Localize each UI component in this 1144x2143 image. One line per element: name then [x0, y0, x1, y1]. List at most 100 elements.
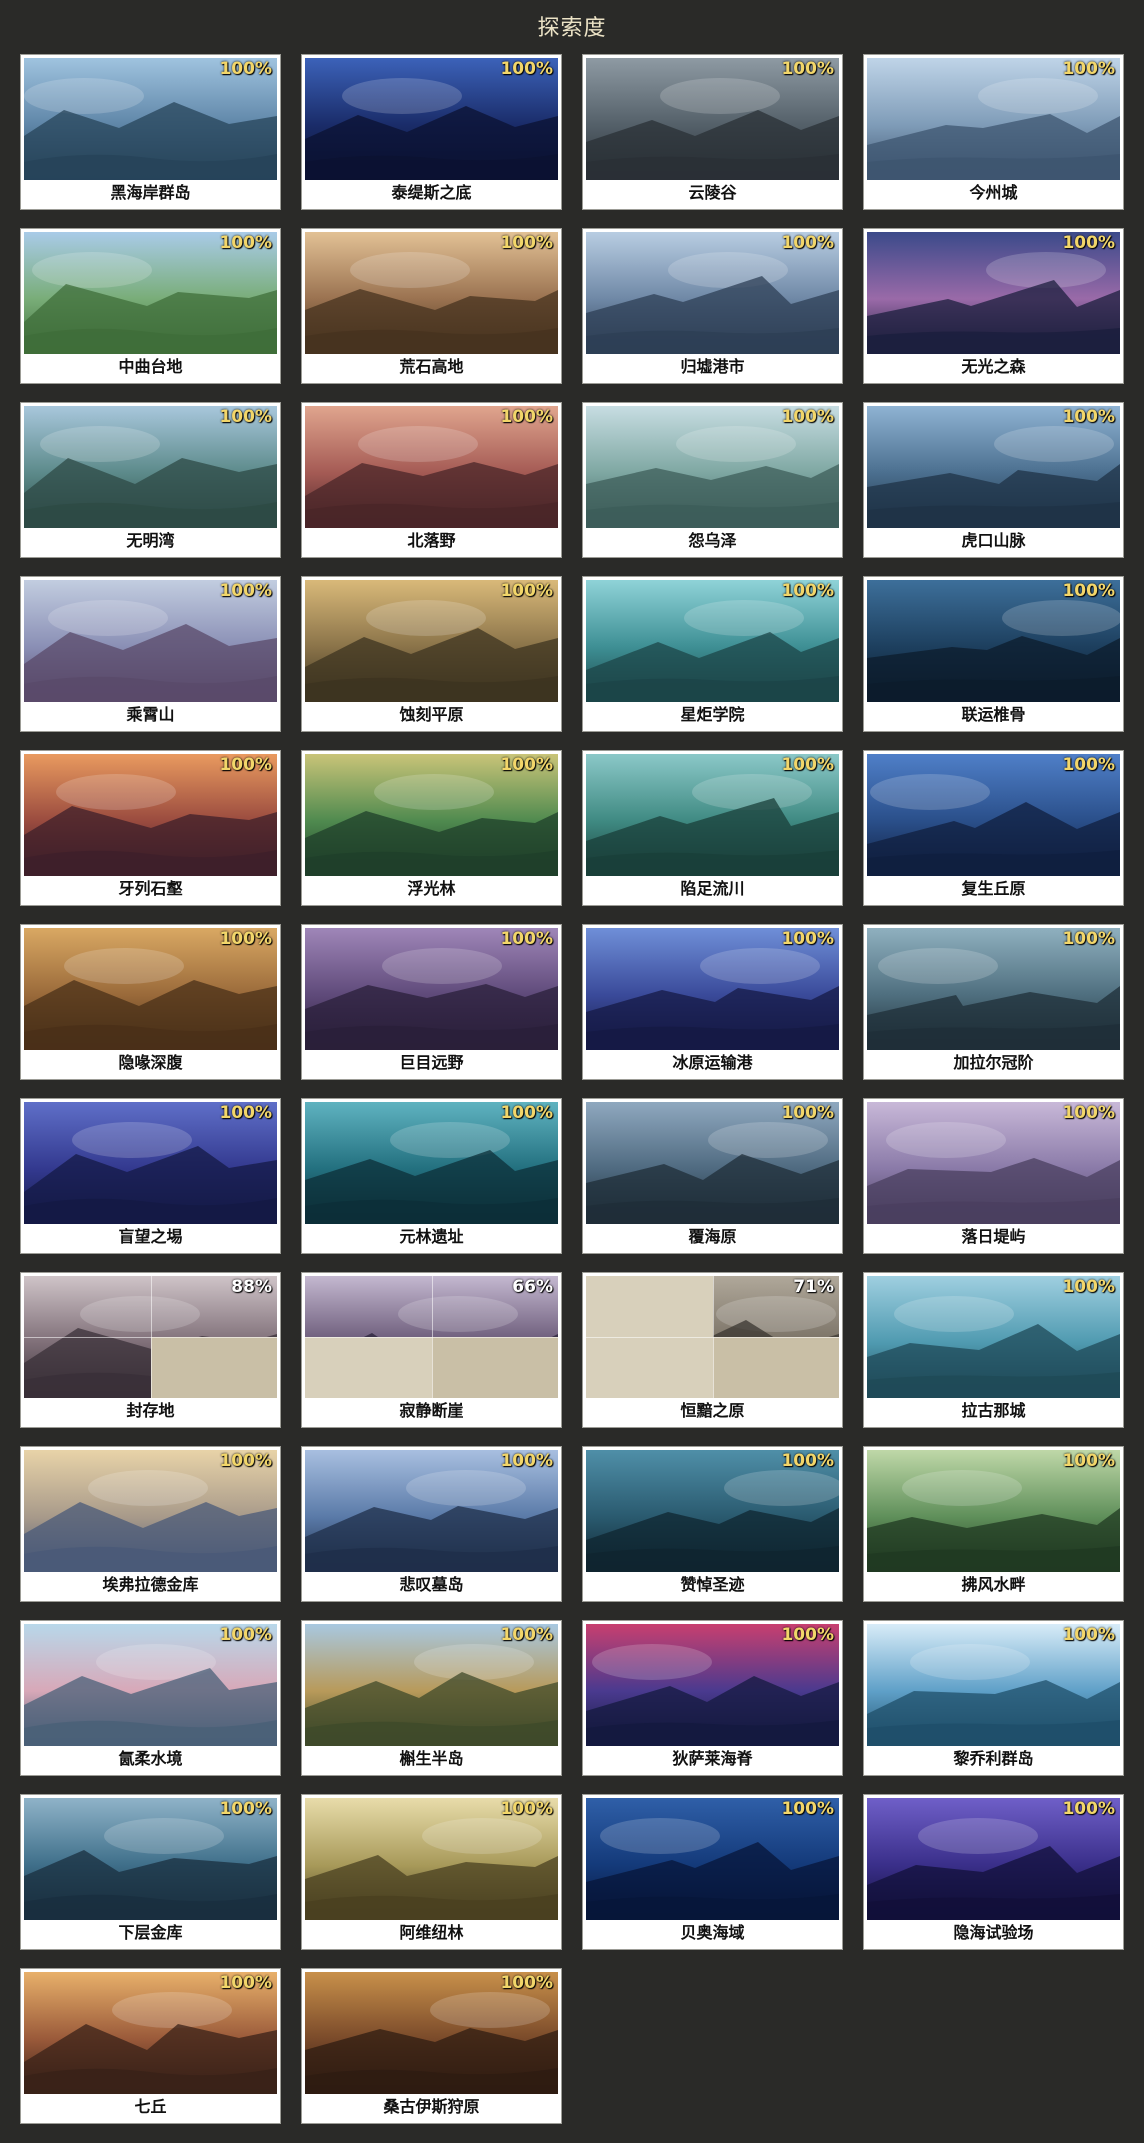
region-name: 隐海试验场 — [953, 1923, 1034, 1942]
region-name: 浮光林 — [407, 879, 456, 898]
region-card[interactable]: 100% 隐喙深腹 — [20, 924, 281, 1080]
region-card[interactable]: 100% 贝奥海域 — [582, 1794, 843, 1950]
region-card[interactable]: 100% 无明湾 — [20, 402, 281, 558]
region-thumbnail: 100% — [867, 406, 1120, 528]
region-thumbnail: 71% — [586, 1276, 839, 1398]
region-card[interactable]: 100% 狄萨莱海脊 — [582, 1620, 843, 1776]
region-card[interactable]: 100% 七丘 — [20, 1968, 281, 2124]
region-name: 无光之森 — [961, 357, 1026, 376]
region-card[interactable]: 100% 北落野 — [301, 402, 562, 558]
region-name: 拂风水畔 — [961, 1575, 1026, 1594]
exploration-percent: 100% — [781, 1625, 834, 1645]
region-thumbnail: 100% — [586, 754, 839, 876]
region-card[interactable]: 100% 埃弗拉德金库 — [20, 1446, 281, 1602]
exploration-percent: 100% — [500, 1799, 553, 1819]
region-name: 槲生半岛 — [399, 1749, 464, 1768]
region-card[interactable]: 100% 荒石高地 — [301, 228, 562, 384]
region-name: 星炬学院 — [680, 705, 745, 724]
region-card[interactable]: 100% 怨乌泽 — [582, 402, 843, 558]
region-card[interactable]: 100% 覆海原 — [582, 1098, 843, 1254]
region-name: 下层金库 — [118, 1923, 183, 1942]
region-card[interactable]: 100% 落日堤屿 — [863, 1098, 1124, 1254]
exploration-percent: 100% — [1062, 1625, 1115, 1645]
region-name: 北落野 — [407, 531, 456, 550]
exploration-percent: 100% — [781, 233, 834, 253]
region-card[interactable]: 100% 复生丘原 — [863, 750, 1124, 906]
exploration-percent: 100% — [500, 1451, 553, 1471]
region-name: 赞悼圣迹 — [680, 1575, 745, 1594]
region-card[interactable]: 100% 盲望之埸 — [20, 1098, 281, 1254]
exploration-percent: 100% — [500, 581, 553, 601]
region-name: 黎乔利群岛 — [953, 1749, 1034, 1768]
region-card[interactable]: 100% 黑海岸群岛 — [20, 54, 281, 210]
exploration-percent: 100% — [219, 1799, 272, 1819]
region-thumbnail: 100% — [586, 1102, 839, 1224]
region-thumbnail: 100% — [867, 1798, 1120, 1920]
region-thumbnail: 100% — [586, 232, 839, 354]
region-card[interactable]: 100% 拂风水畔 — [863, 1446, 1124, 1602]
region-card[interactable]: 88% 封存地 — [20, 1272, 281, 1428]
region-card[interactable]: 100% 云陵谷 — [582, 54, 843, 210]
map-grid-line — [24, 1337, 277, 1338]
exploration-percent: 100% — [219, 929, 272, 949]
region-card[interactable]: 100% 今州城 — [863, 54, 1124, 210]
region-name: 复生丘原 — [961, 879, 1026, 898]
region-card[interactable]: 100% 虎口山脉 — [863, 402, 1124, 558]
region-card[interactable]: 100% 乘霄山 — [20, 576, 281, 732]
exploration-percent: 100% — [500, 1625, 553, 1645]
region-card[interactable]: 100% 中曲台地 — [20, 228, 281, 384]
region-name: 虎口山脉 — [961, 531, 1026, 550]
region-card[interactable]: 100% 陷足流川 — [582, 750, 843, 906]
region-thumbnail: 100% — [305, 406, 558, 528]
region-thumbnail: 100% — [24, 1102, 277, 1224]
region-name: 荒石高地 — [399, 357, 464, 376]
region-card[interactable]: 100% 蚀刻平原 — [301, 576, 562, 732]
exploration-percent: 100% — [781, 59, 834, 79]
region-name: 悲叹墓岛 — [399, 1575, 464, 1594]
region-card[interactable]: 100% 浮光林 — [301, 750, 562, 906]
exploration-percent: 100% — [219, 755, 272, 775]
region-name: 怨乌泽 — [688, 531, 737, 550]
region-name: 陷足流川 — [680, 879, 745, 898]
region-name: 泰缇斯之底 — [391, 183, 472, 202]
region-card[interactable]: 100% 黎乔利群岛 — [863, 1620, 1124, 1776]
exploration-percent: 100% — [781, 1451, 834, 1471]
region-card[interactable]: 100% 桑古伊斯狩原 — [301, 1968, 562, 2124]
region-card[interactable]: 100% 联运椎骨 — [863, 576, 1124, 732]
region-card[interactable]: 100% 悲叹墓岛 — [301, 1446, 562, 1602]
region-card[interactable]: 100% 牙列石壑 — [20, 750, 281, 906]
region-card[interactable]: 100% 巨目远野 — [301, 924, 562, 1080]
region-card[interactable]: 100% 泰缇斯之底 — [301, 54, 562, 210]
region-thumbnail: 100% — [24, 1450, 277, 1572]
region-name: 氤柔水境 — [118, 1749, 183, 1768]
exploration-percent: 100% — [219, 581, 272, 601]
region-card[interactable]: 100% 元林遗址 — [301, 1098, 562, 1254]
region-thumbnail: 100% — [24, 1798, 277, 1920]
region-card[interactable]: 100% 拉古那城 — [863, 1272, 1124, 1428]
exploration-percent: 100% — [781, 1103, 834, 1123]
region-name: 桑古伊斯狩原 — [383, 2097, 480, 2116]
region-name: 寂静断崖 — [399, 1401, 464, 1420]
region-card[interactable]: 100% 阿维纽林 — [301, 1794, 562, 1950]
region-card[interactable]: 100% 氤柔水境 — [20, 1620, 281, 1776]
region-name: 无明湾 — [126, 531, 175, 550]
region-card[interactable]: 100% 下层金库 — [20, 1794, 281, 1950]
region-card[interactable]: 66% 寂静断崖 — [301, 1272, 562, 1428]
region-thumbnail: 100% — [24, 928, 277, 1050]
exploration-percent: 100% — [500, 929, 553, 949]
region-card[interactable]: 100% 赞悼圣迹 — [582, 1446, 843, 1602]
region-thumbnail: 100% — [305, 1972, 558, 2094]
region-card[interactable]: 100% 加拉尔冠阶 — [863, 924, 1124, 1080]
region-card[interactable]: 100% 冰原运输港 — [582, 924, 843, 1080]
region-name: 云陵谷 — [688, 183, 737, 202]
region-thumbnail: 100% — [24, 58, 277, 180]
region-card[interactable]: 100% 星炬学院 — [582, 576, 843, 732]
exploration-percent: 100% — [219, 1451, 272, 1471]
region-card[interactable]: 71% 恒黯之原 — [582, 1272, 843, 1428]
region-grid: 100% 黑海岸群岛 100% 泰缇斯之底 100% 云陵谷 100% 今州城 100% 中曲台地… — [0, 0, 1144, 2143]
region-card[interactable]: 100% 归墟港市 — [582, 228, 843, 384]
region-card[interactable]: 100% 隐海试验场 — [863, 1794, 1124, 1950]
region-card[interactable]: 100% 槲生半岛 — [301, 1620, 562, 1776]
region-card[interactable]: 100% 无光之森 — [863, 228, 1124, 384]
exploration-percent: 100% — [219, 59, 272, 79]
